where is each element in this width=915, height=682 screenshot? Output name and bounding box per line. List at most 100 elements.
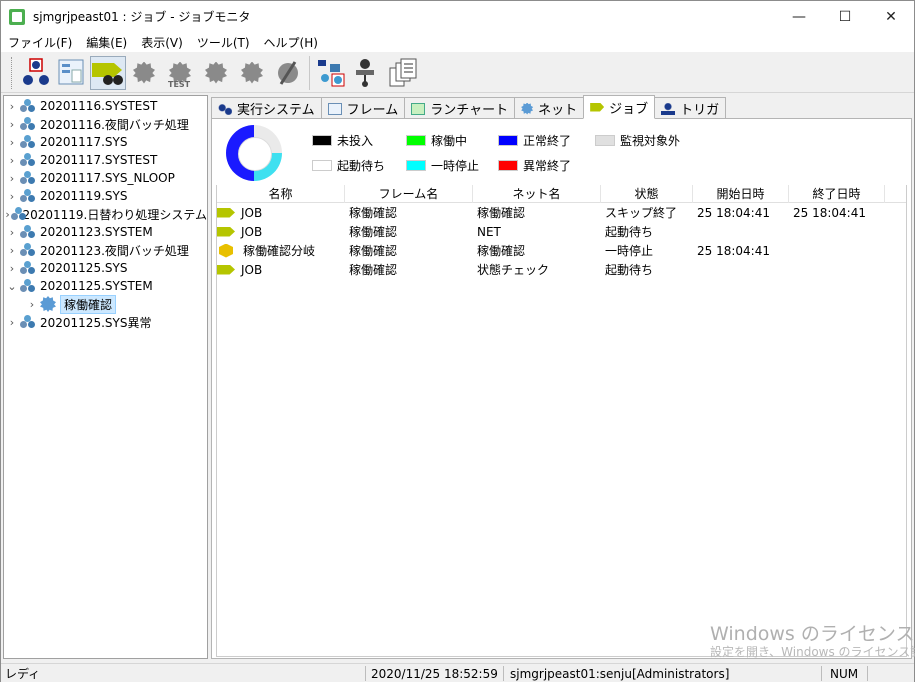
chevron-right-icon[interactable]: › (4, 226, 20, 239)
chevron-right-icon[interactable]: › (24, 298, 40, 311)
legend-swatch (595, 135, 615, 146)
binoculars-icon (92, 62, 123, 85)
tree-item-label: 20201117.SYS_NLOOP (40, 171, 175, 185)
status-donut-chart (226, 125, 282, 181)
test-run-button[interactable]: TEST (162, 56, 198, 90)
tab-bar: 実行システム フレーム ランチャート ネット ジョブ トリガ (211, 95, 727, 119)
legend-normal-end: 正常終了 (498, 132, 571, 149)
column-header-frame[interactable]: フレーム名 (345, 185, 473, 203)
legend-waiting: 起動待ち (312, 157, 385, 174)
tab-runchart[interactable]: ランチャート (404, 97, 516, 119)
menu-edit[interactable]: 編集(E) (79, 34, 134, 51)
tree-item[interactable]: › 20201116.SYSTEST (4, 97, 207, 115)
chevron-right-icon[interactable]: › (4, 208, 11, 221)
toolbar-grip[interactable] (11, 56, 14, 89)
tree-item[interactable]: › 20201117.SYS (4, 133, 207, 151)
system-node-icon (20, 189, 36, 203)
app-icon (9, 8, 25, 25)
tree-item[interactable]: › 20201119.SYS (4, 187, 207, 205)
person-node-icon (356, 58, 374, 87)
column-header-end[interactable]: 終了日時 (789, 185, 885, 203)
tree-item[interactable]: › 20201123.夜間バッチ処理 (4, 241, 207, 259)
column-header-status[interactable]: 状態 (601, 185, 693, 203)
chevron-right-icon[interactable]: › (4, 136, 20, 149)
job-tab-content: 未投入 稼働中 正常終了 監視対象外 起動待ち 一時停止 異常終了 名称 フレー… (211, 118, 912, 659)
job-tab-icon (590, 102, 605, 112)
menu-tools[interactable]: ツール(T) (190, 34, 257, 51)
run-button[interactable] (126, 56, 162, 90)
start-button[interactable] (18, 56, 54, 90)
tree-item[interactable]: › 20201123.SYSTEM (4, 223, 207, 241)
tab-trigger[interactable]: トリガ (654, 97, 727, 119)
tab-label: フレーム (346, 103, 399, 118)
menu-file[interactable]: ファイル(F) (1, 34, 79, 51)
cell-frame: 稼働確認 (349, 225, 398, 239)
chevron-right-icon[interactable]: › (4, 190, 20, 203)
job-table: 名称 フレーム名 ネット名 状態 開始日時 終了日時 JOB 稼働確認 稼働確認… (216, 185, 907, 657)
person-node-button[interactable] (349, 56, 385, 90)
legend-label: 起動待ち (337, 159, 386, 173)
cell-net: NET (477, 224, 501, 239)
maximize-button[interactable]: ☐ (822, 1, 868, 32)
table-row[interactable]: 稼働確認分岐 稼働確認 稼働確認 一時停止 25 18:04:41 (217, 241, 906, 260)
system-tree[interactable]: › 20201116.SYSTEST › 20201116.夜間バッチ処理 › … (3, 95, 208, 659)
column-header-net[interactable]: ネット名 (473, 185, 601, 203)
menu-bar: ファイル(F) 編集(E) 表示(V) ツール(T) ヘルプ(H) (1, 32, 914, 52)
cancel-button[interactable] (270, 56, 306, 90)
column-header-start[interactable]: 開始日時 (693, 185, 789, 203)
legend-swatch (498, 135, 518, 146)
main-window: sjmgrjpeast01 : ジョブ - ジョブモニタ — ☐ ✕ ファイル(… (0, 0, 915, 682)
minimize-button[interactable]: — (776, 1, 822, 32)
tab-job[interactable]: ジョブ (583, 95, 656, 119)
title-bar: sjmgrjpeast01 : ジョブ - ジョブモニタ — ☐ ✕ (1, 1, 914, 32)
legend-label: 異常終了 (523, 159, 572, 173)
tree-item-label: 20201119.SYS (40, 189, 128, 203)
tree-item[interactable]: › 20201116.夜間バッチ処理 (4, 115, 207, 133)
tab-label: ジョブ (609, 101, 649, 117)
tree-item[interactable]: › 20201119.日替わり処理システム (4, 205, 207, 223)
documents-button[interactable] (385, 56, 421, 90)
close-button[interactable]: ✕ (868, 1, 914, 32)
tab-frame[interactable]: フレーム (320, 97, 406, 119)
tree-item-label: 20201125.SYSTEM (40, 279, 153, 293)
frame-view-icon (58, 59, 84, 84)
tree-item[interactable]: › 20201125.SYS異常 (4, 313, 207, 331)
menu-help[interactable]: ヘルプ(H) (257, 34, 325, 51)
frame-view-button[interactable] (54, 56, 90, 90)
stop-button[interactable] (234, 56, 270, 90)
tree-item-selected[interactable]: › 稼働確認 (4, 294, 207, 314)
chevron-right-icon[interactable]: › (4, 100, 20, 113)
tree-item[interactable]: › 20201125.SYS (4, 259, 207, 277)
chevron-right-icon[interactable]: › (4, 172, 20, 185)
status-numlock: NUM (830, 667, 859, 681)
chevron-right-icon[interactable]: › (4, 118, 20, 131)
chevron-right-icon[interactable]: › (4, 316, 20, 329)
activation-watermark: Windows のライセンス認証 (710, 623, 915, 645)
tree-item[interactable]: ⌄ 20201125.SYSTEM (4, 277, 207, 295)
column-header-name[interactable]: 名称 (217, 185, 345, 203)
tree-item[interactable]: › 20201117.SYSTEST (4, 151, 207, 169)
chevron-down-icon[interactable]: ⌄ (4, 280, 20, 293)
search-button[interactable] (90, 55, 126, 90)
table-row[interactable]: JOB 稼働確認 状態チェック 起動待ち (217, 260, 906, 279)
table-row[interactable]: JOB 稼働確認 稼働確認 スキップ終了 25 18:04:41 25 18:0… (217, 203, 906, 222)
legend-label: 監視対象外 (620, 134, 681, 148)
tree-item[interactable]: › 20201117.SYS_NLOOP (4, 169, 207, 187)
tab-net[interactable]: ネット (514, 97, 585, 119)
tree-button[interactable] (313, 56, 349, 90)
net-tab-icon (521, 102, 534, 115)
tree-item-label: 20201123.夜間バッチ処理 (40, 243, 189, 258)
chevron-right-icon[interactable]: › (4, 262, 20, 275)
legend-paused: 一時停止 (406, 157, 479, 174)
menu-view[interactable]: 表示(V) (134, 34, 190, 51)
gear-forward-icon (205, 61, 227, 84)
chevron-right-icon[interactable]: › (4, 154, 20, 167)
status-ready: レディ (5, 667, 41, 681)
system-node-icon (20, 225, 36, 239)
forward-button[interactable] (198, 56, 234, 90)
tab-system[interactable]: 実行システム (211, 97, 322, 119)
chevron-right-icon[interactable]: › (4, 244, 20, 257)
cell-status: 起動待ち (605, 263, 654, 277)
table-row[interactable]: JOB 稼働確認 NET 起動待ち (217, 222, 906, 241)
trigger-tab-icon (661, 102, 676, 115)
